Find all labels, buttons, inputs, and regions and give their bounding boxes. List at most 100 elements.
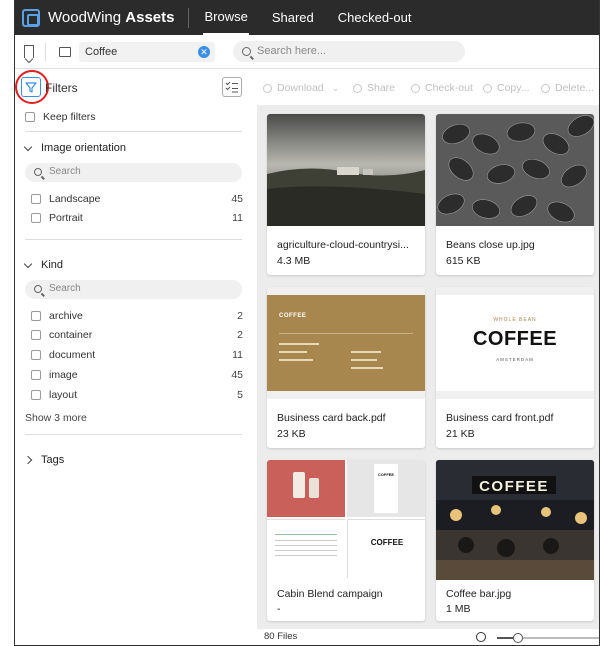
app-logo[interactable]: WoodWing Assets — [22, 8, 175, 27]
delete-label: Delete... — [555, 82, 595, 94]
filter-toggle-button[interactable] — [21, 77, 41, 97]
divider — [25, 434, 242, 435]
folder-filter-chip[interactable]: Coffee ✕ — [79, 42, 215, 62]
facet-layout[interactable]: layout — [31, 389, 77, 401]
copy-label: Copy... — [497, 82, 530, 94]
facet-label: layout — [49, 389, 78, 401]
keep-filters-label: Keep filters — [43, 111, 96, 123]
asset-name: Beans close up.jpg — [446, 239, 535, 251]
search-icon — [34, 285, 42, 293]
facet-container[interactable]: container — [31, 329, 92, 341]
woodwing-logo-icon — [22, 8, 40, 27]
top-bar: WoodWing Assets Browse Shared Checked-ou… — [15, 0, 599, 35]
asset-card[interactable]: COFFEE Coffee bar.jpg 1 MB — [436, 460, 594, 621]
download-label: Download — [277, 82, 324, 94]
folder-chip-label: Coffee — [85, 46, 118, 58]
clear-icon[interactable]: ✕ — [198, 46, 210, 58]
asset-card[interactable]: WHOLE BEAN COFFEE AMSTERDAM Business car… — [436, 287, 594, 448]
show-more-link[interactable]: Show 3 more — [25, 412, 87, 424]
download-icon — [263, 83, 272, 93]
asset-card[interactable]: Beans close up.jpg 615 KB — [436, 114, 594, 275]
file-count: 80 Files — [264, 631, 298, 642]
divider — [25, 131, 242, 132]
filters-panel: Filters Keep filters Image orientation S… — [15, 70, 257, 645]
facet-count: 2 — [237, 329, 243, 341]
facet-document[interactable]: document — [31, 349, 95, 361]
facet-portrait[interactable]: Portrait — [31, 212, 83, 224]
nav-shared[interactable]: Shared — [271, 0, 315, 35]
thumbnail-text: COFFEE — [479, 478, 549, 495]
chevron-down-icon[interactable]: ⌄ — [332, 83, 340, 94]
asset-name: Business card back.pdf — [277, 412, 386, 424]
thumbnail-text: COFFEE — [377, 472, 395, 477]
checkbox[interactable] — [31, 390, 41, 400]
thumbnail-coffee-beans — [436, 114, 594, 226]
facet-label: Landscape — [49, 193, 101, 205]
checkbox[interactable] — [31, 330, 41, 340]
checkbox[interactable] — [31, 370, 41, 380]
asset-card[interactable]: COFFEE COFFEE Cabin Blend campaign - — [267, 460, 425, 621]
zoom-slider-handle[interactable] — [512, 633, 523, 643]
checkbox[interactable] — [31, 213, 41, 223]
facet-image[interactable]: image — [31, 369, 78, 381]
bookmark-icon[interactable] — [24, 45, 34, 58]
checkbox[interactable] — [31, 194, 41, 204]
thumbnail-text: COFFEE — [370, 538, 404, 547]
copy-button[interactable]: Copy... — [483, 82, 529, 94]
asset-name: Coffee bar.jpg — [446, 588, 512, 600]
checklist-icon[interactable] — [222, 77, 242, 97]
kind-search-input[interactable]: Search — [25, 280, 242, 299]
asset-card[interactable]: agriculture-cloud-countrysi... 4.3 MB — [267, 114, 425, 275]
folder-icon[interactable] — [59, 47, 71, 57]
download-button[interactable]: Download ⌄ — [263, 82, 339, 94]
thumbnail-coffee-bar: COFFEE — [436, 460, 594, 580]
nav-checked-out[interactable]: Checked-out — [337, 0, 413, 35]
asset-card[interactable]: COFFEE Business card back.pdf 23 KB — [267, 287, 425, 448]
copy-icon — [483, 83, 492, 93]
asset-size: 4.3 MB — [277, 255, 311, 267]
facet-label: document — [49, 349, 96, 361]
asset-size: 615 KB — [446, 255, 481, 267]
asset-size: 21 KB — [446, 428, 475, 440]
section-tags[interactable]: Tags — [23, 454, 65, 466]
chevron-down-icon — [23, 259, 33, 268]
keep-filters-checkbox[interactable]: Keep filters — [25, 111, 96, 123]
section-kind[interactable]: Kind — [23, 259, 63, 271]
main-content: Download ⌄ Share Check-out Copy... Delet… — [257, 70, 599, 645]
asset-name: agriculture-cloud-countrysi... — [277, 239, 409, 251]
app-title: WoodWing Assets — [48, 9, 175, 26]
facet-landscape[interactable]: Landscape — [31, 193, 100, 205]
facet-count: 45 — [231, 193, 243, 205]
checkbox[interactable] — [31, 311, 41, 321]
funnel-icon — [25, 82, 37, 93]
section-heading: Image orientation — [41, 142, 126, 154]
search-input[interactable]: Search here... — [233, 41, 465, 62]
search-placeholder: Search — [49, 283, 81, 294]
facet-archive[interactable]: archive — [31, 310, 83, 322]
chevron-right-icon — [23, 455, 33, 465]
zoom-slider[interactable] — [497, 633, 599, 643]
check-out-icon — [411, 83, 420, 93]
nav-browse[interactable]: Browse — [203, 0, 249, 35]
checkbox[interactable] — [25, 112, 35, 122]
thumbnail-business-card-front: WHOLE BEAN COFFEE AMSTERDAM — [436, 287, 594, 399]
trash-icon — [541, 83, 550, 93]
section-image-orientation[interactable]: Image orientation — [23, 142, 126, 154]
check-out-button[interactable]: Check-out — [411, 82, 473, 94]
thumbnail-text: WHOLE BEAN — [493, 317, 537, 323]
facet-label: Portrait — [49, 212, 83, 224]
section-heading: Tags — [41, 454, 65, 466]
share-button[interactable]: Share — [353, 82, 395, 94]
orientation-search-input[interactable]: Search — [25, 163, 242, 182]
zoom-out-icon[interactable] — [476, 632, 486, 642]
filters-title: Filters — [45, 81, 78, 95]
thumbnail-landscape-photo — [267, 114, 425, 226]
asset-name: Business card front.pdf — [446, 412, 554, 424]
thumbnail-campaign-layout: COFFEE COFFEE — [267, 460, 425, 580]
search-icon — [34, 168, 42, 176]
thumbnail-business-card-back: COFFEE — [267, 287, 425, 399]
delete-button[interactable]: Delete... — [541, 82, 594, 94]
checkbox[interactable] — [31, 350, 41, 360]
asset-size: 1 MB — [446, 603, 471, 615]
asset-size: - — [277, 603, 281, 615]
